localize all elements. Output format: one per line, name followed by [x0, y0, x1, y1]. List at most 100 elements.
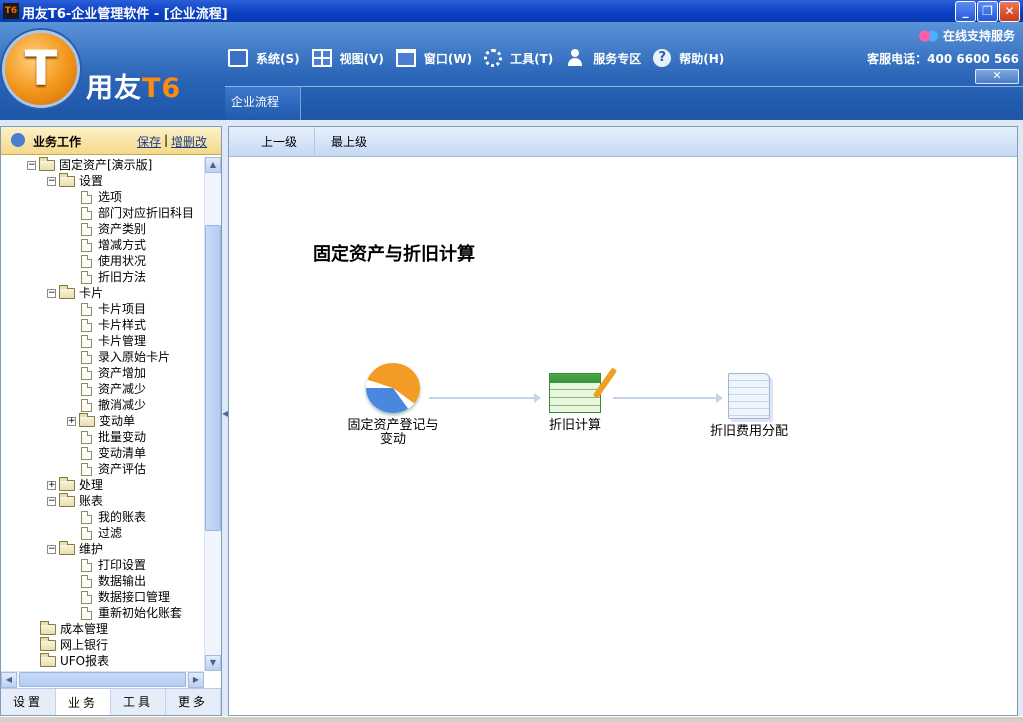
tree-item[interactable]: 数据输出 — [81, 573, 146, 589]
tree-item[interactable]: UFO报表 — [40, 652, 109, 669]
grid-icon — [311, 49, 332, 67]
tree-item[interactable]: 资产增加 — [81, 365, 146, 381]
document-icon — [81, 510, 92, 524]
expand-icon[interactable]: + — [47, 480, 56, 490]
tree-item[interactable]: 打印设置 — [81, 557, 146, 573]
document-icon — [81, 238, 92, 252]
flow-node-asset-register[interactable]: 固定资产登记与 变动 — [333, 363, 453, 447]
tree-item[interactable]: 部门对应折旧科目 — [81, 205, 194, 221]
scroll-left-icon[interactable]: ◀ — [1, 672, 17, 688]
tree-item[interactable]: 选项 — [81, 189, 122, 205]
menu-help[interactable]: ? 帮助(H) — [653, 49, 724, 67]
tree-item[interactable]: 过滤 — [81, 525, 122, 541]
tree-item[interactable]: − 卡片 — [47, 284, 103, 301]
menu-help-label: 帮助(H) — [679, 51, 725, 66]
hscroll-thumb[interactable] — [19, 672, 186, 687]
flow-arrow — [429, 393, 541, 403]
tree-item[interactable]: 录入原始卡片 — [81, 349, 170, 365]
user-icon — [11, 133, 25, 147]
collapse-icon[interactable]: − — [27, 160, 36, 170]
menu-view[interactable]: 视图(V) — [311, 49, 384, 67]
depreciation-calc-icon — [549, 373, 601, 413]
tree-item[interactable]: + 变动单 — [67, 412, 136, 429]
tree-item[interactable]: 成本管理 — [40, 620, 109, 637]
link-separator: | — [164, 133, 169, 147]
tree-item[interactable]: − 维护 — [47, 540, 104, 557]
tree-item[interactable]: 增减方式 — [81, 237, 146, 253]
document-icon — [81, 382, 92, 396]
scroll-thumb[interactable] — [205, 225, 221, 531]
tree-item-label: 数据输出 — [98, 574, 147, 588]
add-delete-link[interactable]: 增删改 — [171, 133, 207, 150]
menu-window[interactable]: 窗口(W) — [395, 49, 472, 67]
tree-item[interactable]: 我的账表 — [81, 509, 146, 525]
menu-tools[interactable]: 工具(T) — [484, 49, 553, 67]
tab-enterprise-flow[interactable]: 企业流程 — [225, 87, 301, 120]
scroll-down-icon[interactable]: ▼ — [205, 655, 221, 671]
flow-node-depreciation-allocation[interactable]: 折旧费用分配 — [699, 373, 799, 439]
close-tab-button[interactable]: ✕ — [975, 69, 1019, 84]
minimize-button[interactable]: _ — [955, 1, 976, 22]
left-panel: 业务工作 保存 | 增删改 − 固定资产[演示版] − 设置 选项 部门对应折旧科目 资产类… — [0, 126, 222, 716]
maximize-button[interactable]: ❐ — [977, 1, 998, 22]
tree-vertical-scrollbar[interactable]: ▲ ▼ — [204, 157, 221, 671]
bottom-tab-tools[interactable]: 工具 — [111, 689, 166, 715]
tree-item-label: 变动单 — [99, 414, 136, 428]
collapse-icon[interactable]: − — [47, 496, 56, 506]
tree-horizontal-scrollbar[interactable]: ◀ ▶ — [1, 671, 204, 688]
tree-item[interactable]: 折旧方法 — [81, 269, 146, 285]
tree-item[interactable]: 数据接口管理 — [81, 589, 170, 605]
menu-system[interactable]: 系统(S) — [228, 49, 300, 67]
tree-item[interactable]: − 设置 — [47, 172, 103, 189]
tree-item[interactable]: 卡片项目 — [81, 301, 146, 317]
tree-item[interactable]: 资产类别 — [81, 221, 146, 237]
tree-item[interactable]: + 处理 — [47, 476, 103, 493]
gear-icon — [484, 49, 503, 67]
close-button[interactable]: ✕ — [999, 1, 1020, 22]
tree-item-label: 资产评估 — [98, 462, 147, 476]
tree-item-label: 选项 — [98, 190, 123, 204]
tree-item[interactable]: 资产评估 — [81, 461, 146, 477]
bottom-tabs: 设置 业务 工具 更多 — [1, 688, 221, 715]
menu-view-label: 视图(V) — [339, 51, 384, 66]
folder-icon — [59, 540, 75, 555]
tree-item[interactable]: 批量变动 — [81, 429, 146, 445]
tree-item[interactable]: 使用状况 — [81, 253, 146, 269]
menu-service-label: 服务专区 — [593, 51, 642, 66]
collapse-icon[interactable]: − — [47, 544, 56, 554]
top-level-button[interactable]: 最上级 — [315, 127, 395, 155]
brand-prefix: 用友 — [86, 73, 142, 104]
scroll-up-icon[interactable]: ▲ — [205, 157, 221, 173]
tree-item[interactable]: − 固定资产[演示版] — [27, 157, 152, 173]
menu-service[interactable]: 服务专区 — [565, 49, 641, 67]
scroll-right-icon[interactable]: ▶ — [188, 672, 204, 688]
document-icon — [81, 526, 92, 540]
title-bar[interactable]: T6 用友T6-企业管理软件 - [企业流程] _ ❐ ✕ — [0, 0, 1023, 22]
collapse-icon[interactable]: − — [47, 176, 56, 186]
tree-item-label: 维护 — [79, 542, 104, 556]
expand-icon[interactable]: + — [67, 416, 76, 426]
save-link[interactable]: 保存 — [137, 133, 161, 150]
flow-node-depreciation-calc[interactable]: 折旧计算 — [525, 373, 625, 433]
tree-item[interactable]: 重新初始化账套 — [81, 605, 182, 621]
collapse-icon[interactable]: − — [47, 288, 56, 298]
brand-logo: 用友T6 — [86, 66, 181, 105]
document-icon — [81, 590, 92, 604]
tree-item[interactable]: 卡片管理 — [81, 333, 146, 349]
bottom-tab-business[interactable]: 业务 — [56, 689, 111, 715]
bottom-tab-more[interactable]: 更多 — [166, 689, 221, 715]
tree-item-label: 重新初始化账套 — [98, 606, 183, 620]
tree-item[interactable]: 变动清单 — [81, 445, 146, 461]
tree-item-label: 固定资产[演示版] — [59, 158, 153, 172]
logo-icon: T — [2, 30, 80, 108]
online-support-link[interactable]: 在线支持服务 — [916, 27, 1015, 46]
tree-item-label: 成本管理 — [60, 622, 109, 636]
tree-item[interactable]: 撤消减少 — [81, 397, 146, 413]
bottom-tab-settings[interactable]: 设置 — [1, 689, 56, 715]
tree-item[interactable]: 资产减少 — [81, 381, 146, 397]
up-one-level-button[interactable]: 上一级 — [229, 127, 315, 155]
monitor-icon — [228, 49, 248, 67]
tree-item[interactable]: 卡片样式 — [81, 317, 146, 333]
tree-item[interactable]: 网上银行 — [40, 636, 108, 653]
tree-item[interactable]: − 账表 — [47, 492, 103, 509]
